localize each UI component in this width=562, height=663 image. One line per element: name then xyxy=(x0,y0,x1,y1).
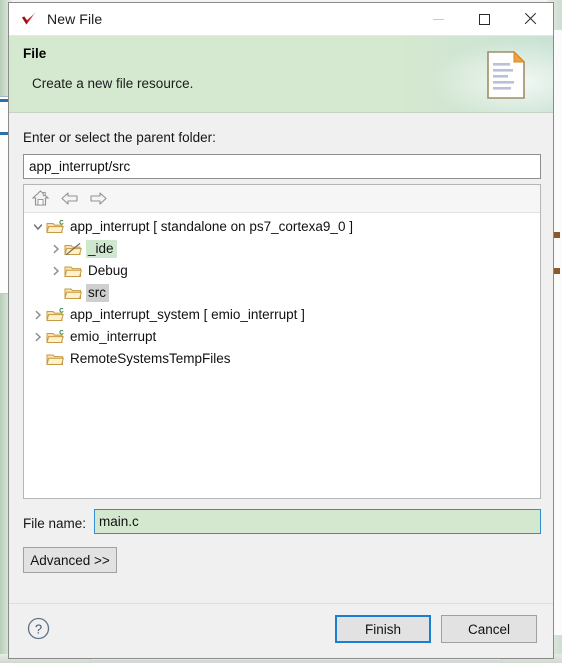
file-name-input[interactable] xyxy=(94,509,541,534)
svg-text:C: C xyxy=(59,329,64,336)
advanced-button[interactable]: Advanced >> xyxy=(23,547,117,573)
folder-tree-panel[interactable]: Capp_interrupt [ standalone on ps7_corte… xyxy=(23,184,541,499)
tree-row-label: emio_interrupt xyxy=(70,329,157,344)
svg-text:C: C xyxy=(59,307,64,314)
tree-row[interactable]: Capp_interrupt [ standalone on ps7_corte… xyxy=(24,216,540,238)
tree-row-label: RemoteSystemsTempFiles xyxy=(70,351,231,366)
dialog-header: File Create a new file resource. xyxy=(9,36,553,113)
new-document-icon xyxy=(487,50,526,99)
minimize-button[interactable] xyxy=(415,3,461,35)
tree-row[interactable]: Cemio_interrupt xyxy=(24,326,540,348)
tree-row[interactable]: src xyxy=(24,282,540,304)
close-icon xyxy=(523,12,537,26)
c-project-folder-icon: C xyxy=(46,307,64,323)
tree-row[interactable]: _ide xyxy=(24,238,540,260)
forward-arrow-icon[interactable] xyxy=(89,189,108,208)
tree-row[interactable]: Capp_interrupt_system [ emio_interrupt ] xyxy=(24,304,540,326)
parent-folder-input[interactable] xyxy=(23,154,541,179)
folder-icon xyxy=(64,263,83,279)
tree-row-label: _ide xyxy=(86,240,117,258)
home-icon[interactable] xyxy=(31,189,50,208)
chevron-right-icon[interactable] xyxy=(30,332,46,342)
chevron-right-icon[interactable] xyxy=(30,310,46,320)
close-button[interactable] xyxy=(507,3,553,35)
dialog-footer: ? Finish Cancel xyxy=(9,603,553,658)
header-title: File xyxy=(23,46,47,61)
folder-icon xyxy=(46,351,65,367)
new-file-dialog: New File File Create a new file resource… xyxy=(8,2,554,659)
header-subtitle: Create a new file resource. xyxy=(32,76,194,91)
red-check-icon xyxy=(20,10,38,28)
window-title: New File xyxy=(47,11,103,27)
virtual-folder-icon xyxy=(64,241,82,257)
tree-row[interactable]: Debug xyxy=(24,260,540,282)
maximize-icon xyxy=(478,13,490,25)
folder-tree: Capp_interrupt [ standalone on ps7_corte… xyxy=(24,213,540,370)
tree-row-label: app_interrupt_system [ emio_interrupt ] xyxy=(70,307,305,322)
c-project-folder-icon: C xyxy=(46,329,64,345)
title-bar: New File xyxy=(9,3,553,36)
chevron-right-icon[interactable] xyxy=(48,266,64,276)
cancel-button[interactable]: Cancel xyxy=(441,615,537,643)
svg-text:C: C xyxy=(59,219,64,226)
chevron-right-icon[interactable] xyxy=(48,244,64,254)
tree-row[interactable]: RemoteSystemsTempFiles xyxy=(24,348,540,370)
tree-toolbar xyxy=(24,185,540,213)
dialog-body: Enter or select the parent folder: app_i… xyxy=(9,113,553,603)
window-controls xyxy=(415,3,553,35)
back-arrow-icon[interactable] xyxy=(60,189,79,208)
maximize-button[interactable] xyxy=(461,3,507,35)
help-icon[interactable]: ? xyxy=(27,617,50,640)
tree-row-label: src xyxy=(86,284,109,302)
backdrop-right-marker-2 xyxy=(554,268,560,274)
tree-row-label: app_interrupt [ standalone on ps7_cortex… xyxy=(70,219,353,234)
tree-row-label: Debug xyxy=(88,263,128,278)
minimize-icon xyxy=(432,18,444,20)
chevron-down-icon[interactable] xyxy=(30,222,46,232)
c-project-folder-icon: C xyxy=(46,219,64,235)
svg-text:?: ? xyxy=(35,621,42,636)
parent-folder-label: Enter or select the parent folder: xyxy=(23,130,216,145)
file-name-label: File name: xyxy=(23,516,87,531)
backdrop-right-marker-1 xyxy=(554,232,560,238)
folder-icon xyxy=(64,285,83,301)
finish-button[interactable]: Finish xyxy=(335,615,431,643)
